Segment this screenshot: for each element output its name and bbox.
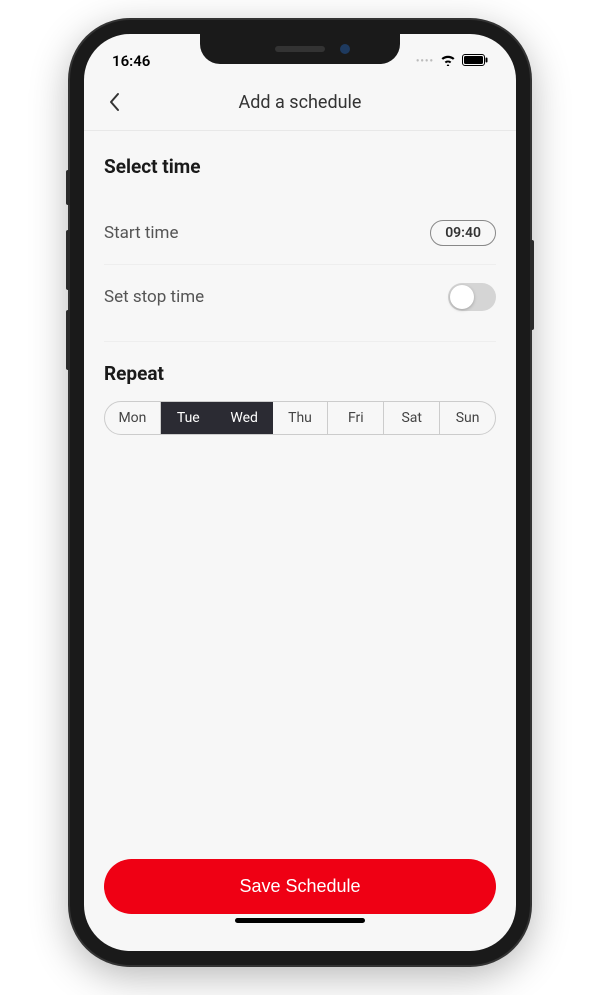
cell-signal-dots-icon: •••• — [416, 56, 434, 67]
day-sun[interactable]: Sun — [440, 402, 495, 434]
back-button[interactable] — [104, 92, 124, 112]
phone-mute-switch — [66, 170, 70, 205]
notch — [200, 34, 400, 64]
home-indicator[interactable] — [235, 918, 365, 923]
start-time-picker[interactable]: 09:40 — [430, 220, 496, 246]
wifi-icon — [440, 52, 456, 70]
repeat-section: Repeat MonTueWedThuFriSatSun — [104, 341, 496, 435]
repeat-heading: Repeat — [104, 362, 496, 385]
page-title: Add a schedule — [239, 92, 362, 113]
save-schedule-button[interactable]: Save Schedule — [104, 859, 496, 914]
chevron-left-icon — [108, 92, 120, 112]
phone-volume-up — [66, 230, 70, 290]
phone-power-button — [530, 240, 534, 330]
phone-frame: 16:46 •••• Add a schedule Select time St… — [70, 20, 530, 965]
day-fri[interactable]: Fri — [328, 402, 384, 434]
day-selector: MonTueWedThuFriSatSun — [104, 401, 496, 435]
start-time-row: Start time 09:40 — [104, 202, 496, 264]
start-time-label: Start time — [104, 223, 178, 243]
phone-volume-down — [66, 310, 70, 370]
stop-time-toggle[interactable] — [448, 283, 496, 311]
screen: 16:46 •••• Add a schedule Select time St… — [84, 34, 516, 951]
day-mon[interactable]: Mon — [105, 402, 161, 434]
stop-time-row: Set stop time — [104, 264, 496, 329]
toggle-knob — [450, 285, 474, 309]
battery-icon — [462, 52, 488, 70]
select-time-heading: Select time — [104, 155, 496, 178]
day-sat[interactable]: Sat — [384, 402, 440, 434]
header: Add a schedule — [84, 78, 516, 131]
status-time: 16:46 — [112, 52, 150, 70]
footer: Save Schedule — [84, 843, 516, 951]
day-tue[interactable]: Tue — [161, 402, 217, 434]
content: Select time Start time 09:40 Set stop ti… — [84, 131, 516, 843]
stop-time-label: Set stop time — [104, 287, 204, 307]
day-thu[interactable]: Thu — [273, 402, 329, 434]
status-right: •••• — [416, 52, 488, 70]
day-wed[interactable]: Wed — [217, 402, 273, 434]
